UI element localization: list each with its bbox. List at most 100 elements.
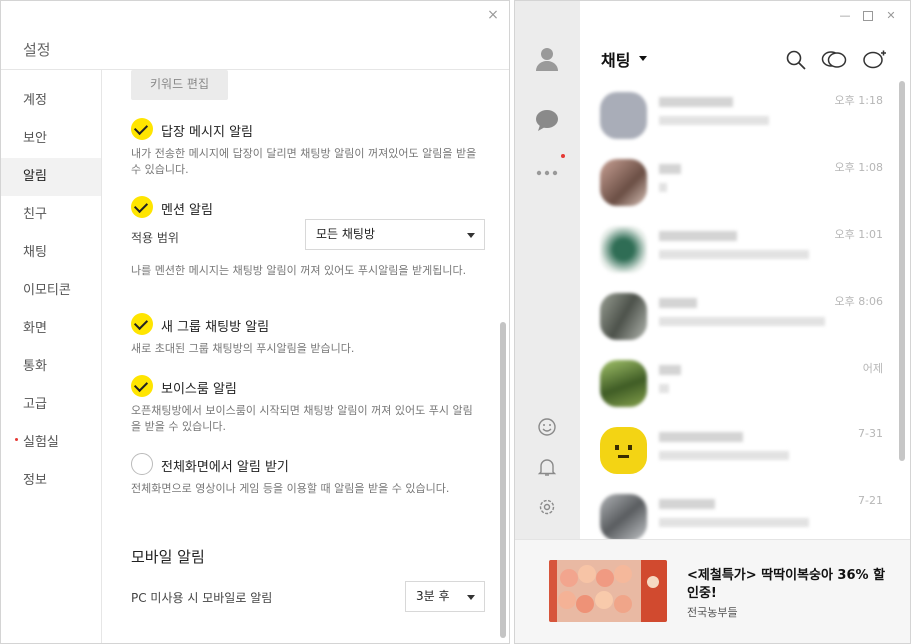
chat-icon[interactable]: [533, 107, 561, 135]
close-icon[interactable]: ✕: [885, 10, 897, 22]
blurred-message: [659, 250, 809, 259]
nav-label: 채팅: [23, 245, 47, 260]
minimize-icon[interactable]: —: [839, 10, 851, 22]
nav-label: 화면: [23, 321, 47, 336]
nav-item-labs[interactable]: 실험실: [1, 424, 101, 462]
new-group-notify-label: 새 그룹 채팅방 알림: [161, 320, 270, 335]
ad-title: <제철특가> 딱딱이복숭아 36% 할인중!: [687, 568, 886, 601]
chat-list-title[interactable]: 채팅: [601, 47, 630, 71]
mention-notify-desc: 나를 멘션한 메시지는 채팅방 알림이 꺼져 있어도 푸시알림을 받게됩니다.: [131, 264, 467, 277]
nav-item-emoticon[interactable]: 이모티콘: [1, 272, 101, 310]
reply-notify-checkbox[interactable]: [131, 118, 153, 140]
search-icon[interactable]: [785, 49, 807, 71]
more-icon[interactable]: [533, 159, 561, 187]
voiceroom-notify-desc: 오픈채팅방에서 보이스룸이 시작되면 채팅방 알림이 꺼져 있어도 푸시 알림을…: [131, 404, 473, 433]
settings-nav: 계정 보안 알림 친구 채팅 이모티콘 화면 통화 고급 실험실 정보: [1, 70, 102, 643]
blurred-message: [659, 116, 769, 125]
chat-room-item[interactable]: 7-31: [580, 417, 900, 484]
new-dot-icon: [15, 438, 18, 441]
blurred-name: [659, 499, 715, 509]
fullscreen-notify-checkbox[interactable]: [131, 453, 153, 475]
keyword-edit-button[interactable]: 키워드 편집: [131, 70, 228, 100]
mobile-notify-section-title: 모바일 알림: [131, 548, 205, 566]
nav-item-advanced[interactable]: 고급: [1, 386, 101, 424]
nav-item-friends[interactable]: 친구: [1, 196, 101, 234]
nav-label: 통화: [23, 359, 47, 374]
reply-notify-desc: 내가 전송한 메시지에 답장이 달리면 채팅방 알림이 꺼져있어도 알림을 받을…: [131, 147, 477, 176]
settings-icon[interactable]: [533, 493, 561, 521]
new-group-notify-desc: 새로 초대된 그룹 채팅방의 푸시알림을 받습니다.: [131, 342, 355, 355]
chat-room-item[interactable]: 어제: [580, 350, 900, 417]
blurred-name: [659, 231, 737, 241]
nav-item-call[interactable]: 통화: [1, 348, 101, 386]
avatar: [600, 360, 647, 407]
avatar: [600, 226, 647, 273]
chat-room-item[interactable]: 오후 1:01: [580, 216, 900, 283]
room-time: 오후 8:06: [834, 295, 883, 308]
ad-banner[interactable]: <제철특가> 딱딱이복숭아 36% 할인중! 전국농부들: [515, 539, 910, 643]
room-time: 오후 1:01: [834, 228, 883, 241]
ad-advertiser: 전국농부들: [687, 606, 738, 619]
nav-label: 정보: [23, 473, 47, 488]
maximize-icon[interactable]: [863, 11, 873, 21]
caret-down-icon: [467, 595, 475, 600]
avatar: [600, 92, 647, 139]
mobile-delay-value: 3분 후: [416, 589, 450, 603]
range-select[interactable]: 모든 채팅방: [305, 219, 485, 250]
room-time: 7-21: [858, 494, 883, 507]
chat-list-scrollbar[interactable]: [899, 81, 905, 461]
fullscreen-notify-desc: 전체화면으로 영상이나 게임 등을 이용할 때 알림을 받을 수 있습니다.: [131, 482, 450, 495]
new-group-notify-checkbox[interactable]: [131, 313, 153, 335]
voiceroom-notify-checkbox[interactable]: [131, 375, 153, 397]
nav-label: 친구: [23, 207, 47, 222]
nav-item-security[interactable]: 보안: [1, 120, 101, 158]
friends-icon[interactable]: [533, 45, 561, 73]
mobile-delay-select[interactable]: 3분 후: [405, 581, 485, 612]
chat-room-item[interactable]: 오후 1:18: [580, 82, 900, 149]
nav-item-chat[interactable]: 채팅: [1, 234, 101, 272]
nav-item-account[interactable]: 계정: [1, 82, 101, 120]
mobile-notify-label: PC 미사용 시 모바일로 알림: [131, 591, 273, 605]
blurred-message: [659, 384, 669, 393]
nav-label: 실험실: [23, 435, 59, 450]
blurred-message: [659, 451, 789, 460]
blurred-name: [659, 298, 697, 308]
ad-image: [549, 560, 667, 622]
nav-item-display[interactable]: 화면: [1, 310, 101, 348]
close-icon[interactable]: ×: [485, 7, 501, 23]
bell-icon[interactable]: [533, 453, 561, 481]
fullscreen-notify-label: 전체화면에서 알림 받기: [161, 460, 289, 475]
avatar: [600, 427, 647, 474]
room-time: 오후 1:08: [834, 161, 883, 174]
blurred-name: [659, 97, 733, 107]
chat-room-item[interactable]: 오후 1:08: [580, 149, 900, 216]
caret-down-icon: [467, 233, 475, 238]
nav-item-info[interactable]: 정보: [1, 462, 101, 500]
settings-scrollbar[interactable]: [500, 322, 506, 638]
chevron-down-icon[interactable]: [639, 56, 647, 61]
nav-label: 계정: [23, 93, 47, 108]
settings-content: 키워드 편집 답장 메시지 알림 내가 전송한 메시지에 답장이 달리면 채팅방…: [103, 70, 509, 643]
nav-label: 보안: [23, 131, 47, 146]
range-select-value: 모든 채팅방: [316, 227, 376, 241]
new-dot-icon: [561, 154, 565, 158]
open-chat-icon[interactable]: [821, 49, 847, 71]
blurred-name: [659, 164, 681, 174]
room-time: 7-31: [858, 427, 883, 440]
mention-notify-checkbox[interactable]: [131, 196, 153, 218]
nav-label: 고급: [23, 397, 47, 412]
chat-sidebar: [515, 1, 580, 539]
settings-window: × 설정 계정 보안 알림 친구 채팅 이모티콘 화면 통화 고급 실험실 정보…: [0, 0, 510, 644]
voiceroom-notify-label: 보이스룸 알림: [161, 382, 237, 397]
nav-item-notifications[interactable]: 알림: [1, 158, 101, 196]
blurred-message: [659, 183, 667, 192]
chat-room-item[interactable]: 오후 8:06: [580, 283, 900, 350]
emoticon-icon[interactable]: [533, 413, 561, 441]
reply-notify-label: 답장 메시지 알림: [161, 125, 253, 140]
blurred-name: [659, 365, 681, 375]
mention-notify-label: 멘션 알림: [161, 203, 213, 218]
new-chat-icon[interactable]: [862, 49, 886, 71]
avatar: [600, 159, 647, 206]
room-time: 어제: [862, 362, 883, 375]
blurred-message: [659, 317, 825, 326]
